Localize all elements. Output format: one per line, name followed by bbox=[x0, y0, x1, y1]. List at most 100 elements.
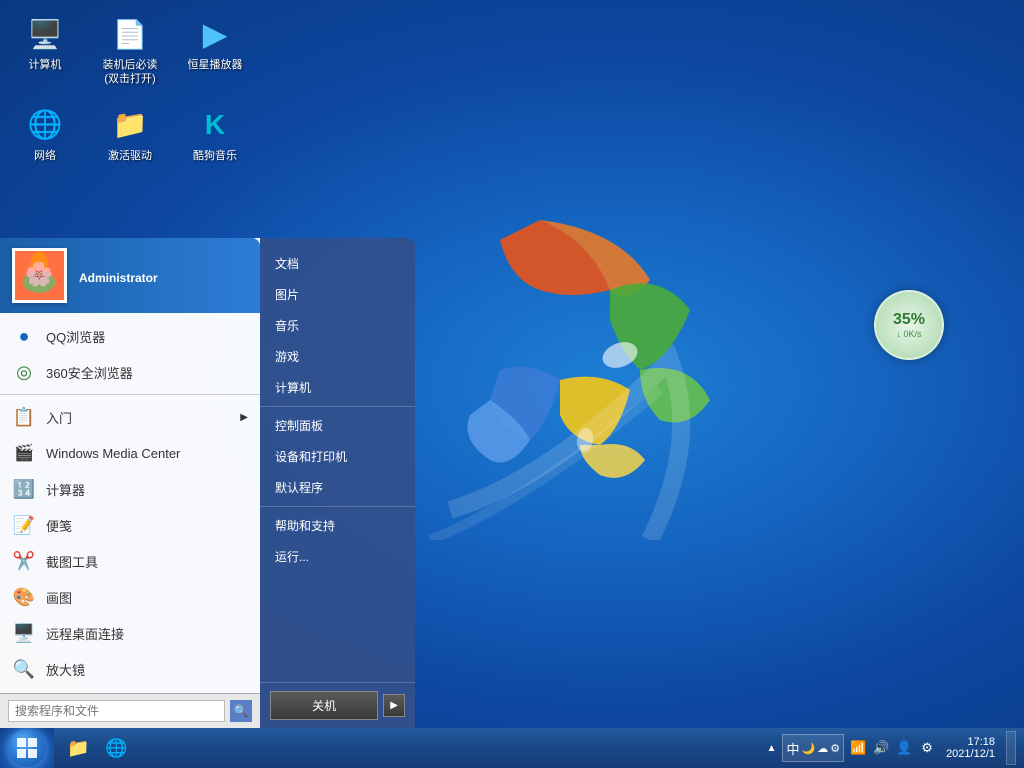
right-item-default-programs[interactable]: 默认程序 bbox=[260, 472, 415, 503]
magnifier-icon: 🔍 bbox=[12, 657, 36, 681]
speed-widget: 35% ↓ 0K/s bbox=[874, 290, 944, 360]
menu-item-sticky[interactable]: 📝 便笺 bbox=[0, 507, 260, 543]
qqmusic-icon: K bbox=[195, 105, 235, 145]
notification-arrow[interactable]: ▲ bbox=[765, 741, 779, 756]
menu-item-paint[interactable]: 🎨 画图 bbox=[0, 579, 260, 615]
start-menu-left-panel: 🌸 Administrator ● QQ浏览器 ◎ 360安全浏览器 📋 bbox=[0, 238, 260, 728]
qqmusic-label: 酷狗音乐 bbox=[193, 149, 237, 163]
computer-label: 计算机 bbox=[29, 58, 62, 72]
360-browser-label: 360安全浏览器 bbox=[46, 363, 133, 382]
taskbar-items: 📁 🌐 bbox=[54, 731, 757, 765]
right-item-control-panel[interactable]: 控制面板 bbox=[260, 410, 415, 441]
snipping-label: 截图工具 bbox=[46, 552, 98, 571]
desktop-icon-computer[interactable]: 🖥️ 计算机 bbox=[10, 10, 80, 91]
menu-item-qq-browser[interactable]: ● QQ浏览器 bbox=[0, 318, 260, 354]
right-item-devices[interactable]: 设备和打印机 bbox=[260, 441, 415, 472]
hengxing-icon: ▶ bbox=[195, 14, 235, 54]
tray-volume-icon[interactable]: 🔊 bbox=[871, 738, 891, 758]
right-divider-1 bbox=[260, 406, 415, 407]
taskbar: 📁 🌐 ▲ 中 🌙 ☁ ⚙ 📶 🔊 👤 ⚙ bbox=[0, 728, 1024, 768]
postinstall-icon: 📄 bbox=[110, 14, 150, 54]
speed-percent: 35% bbox=[893, 311, 925, 329]
system-tray: ▲ 中 🌙 ☁ ⚙ 📶 🔊 👤 ⚙ 17:18 2021/12/1 bbox=[757, 731, 1024, 765]
menu-item-360-browser[interactable]: ◎ 360安全浏览器 bbox=[0, 354, 260, 390]
getting-started-arrow: ▶ bbox=[240, 412, 248, 423]
username-display: Administrator bbox=[79, 271, 158, 285]
snipping-icon: ✂️ bbox=[12, 549, 36, 573]
svg-text:🌸: 🌸 bbox=[25, 261, 54, 288]
paint-icon: 🎨 bbox=[12, 585, 36, 609]
desktop-icon-postinstall[interactable]: 📄 装机后必读(双击打开) bbox=[95, 10, 165, 91]
right-item-help[interactable]: 帮助和支持 bbox=[260, 510, 415, 541]
ie-taskbar-icon: 🌐 bbox=[105, 738, 125, 758]
wmc-label: Windows Media Center bbox=[46, 446, 180, 461]
menu-items-list: ● QQ浏览器 ◎ 360安全浏览器 📋 入门 ▶ 🎬 Windows Medi… bbox=[0, 313, 260, 693]
games-label: 游戏 bbox=[275, 348, 299, 365]
qq-browser-icon: ● bbox=[12, 324, 36, 348]
postinstall-label: 装机后必读(双击打开) bbox=[99, 58, 161, 87]
network-icon: 🌐 bbox=[25, 105, 65, 145]
explorer-taskbar-icon: 📁 bbox=[67, 738, 87, 758]
search-input[interactable] bbox=[8, 700, 225, 722]
pictures-label: 图片 bbox=[275, 286, 299, 303]
default-programs-label: 默认程序 bbox=[275, 479, 323, 496]
calculator-icon: 🔢 bbox=[12, 477, 36, 501]
tray-settings-icon[interactable]: ⚙ bbox=[917, 738, 937, 758]
network-label: 网络 bbox=[34, 149, 56, 163]
show-desktop-button[interactable] bbox=[1006, 731, 1016, 765]
tray-icons: 📶 🔊 👤 ⚙ bbox=[848, 738, 937, 758]
taskbar-item-ie[interactable]: 🌐 bbox=[97, 731, 133, 765]
desktop-icon-hengxing[interactable]: ▶ 恒星播放器 bbox=[180, 10, 250, 91]
taskbar-item-explorer[interactable]: 📁 bbox=[59, 731, 95, 765]
menu-item-getting-started[interactable]: 📋 入门 ▶ bbox=[0, 399, 260, 435]
menu-item-magnifier[interactable]: 🔍 放大镜 bbox=[0, 651, 260, 687]
tray-network-icon[interactable]: 📶 bbox=[848, 738, 868, 758]
menu-item-calculator[interactable]: 🔢 计算器 bbox=[0, 471, 260, 507]
sticky-icon: 📝 bbox=[12, 513, 36, 537]
computer-r-label: 计算机 bbox=[275, 379, 311, 396]
remote-label: 远程桌面连接 bbox=[46, 624, 124, 643]
menu-search-bar: 🔍 bbox=[0, 693, 260, 728]
remote-icon: 🖥️ bbox=[12, 621, 36, 645]
user-avatar: 🌸 bbox=[12, 248, 67, 303]
wmc-icon: 🎬 bbox=[12, 441, 36, 465]
clock[interactable]: 17:18 2021/12/1 bbox=[941, 736, 1000, 760]
right-divider-2 bbox=[260, 506, 415, 507]
right-item-music[interactable]: 音乐 bbox=[260, 310, 415, 341]
right-item-run[interactable]: 运行... bbox=[260, 541, 415, 572]
menu-item-snipping[interactable]: ✂️ 截图工具 bbox=[0, 543, 260, 579]
start-menu-right-panel: 文档 图片 音乐 游戏 计算机 控制面板 设备和打印机 默认程序 bbox=[260, 238, 415, 728]
ime-settings-icon: ⚙ bbox=[830, 742, 840, 755]
activate-icon: 📁 bbox=[110, 105, 150, 145]
desktop-icons: 🖥️ 计算机 📄 装机后必读(双击打开) ▶ 恒星播放器 🌐 网络 📁 激活驱动 bbox=[10, 10, 250, 167]
desktop-icon-activate[interactable]: 📁 激活驱动 bbox=[95, 101, 165, 167]
tray-user-icon[interactable]: 👤 bbox=[894, 738, 914, 758]
right-item-documents[interactable]: 文档 bbox=[260, 248, 415, 279]
shutdown-button[interactable]: 关机 bbox=[270, 691, 378, 720]
menu-item-wmc[interactable]: 🎬 Windows Media Center bbox=[0, 435, 260, 471]
music-label: 音乐 bbox=[275, 317, 299, 334]
right-item-pictures[interactable]: 图片 bbox=[260, 279, 415, 310]
clock-time: 17:18 bbox=[967, 736, 995, 748]
help-label: 帮助和支持 bbox=[275, 517, 335, 534]
desktop: 🖥️ 计算机 📄 装机后必读(双击打开) ▶ 恒星播放器 🌐 网络 📁 激活驱动 bbox=[0, 0, 1024, 768]
shutdown-arrow-button[interactable]: ▶ bbox=[383, 694, 405, 717]
right-item-computer[interactable]: 计算机 bbox=[260, 372, 415, 403]
desktop-icon-network[interactable]: 🌐 网络 bbox=[10, 101, 80, 167]
control-panel-label: 控制面板 bbox=[275, 417, 323, 434]
menu-item-remote[interactable]: 🖥️ 远程桌面连接 bbox=[0, 615, 260, 651]
ime-indicator: 中 bbox=[786, 739, 799, 758]
ime-bar[interactable]: 中 🌙 ☁ ⚙ bbox=[782, 734, 844, 762]
start-button[interactable] bbox=[0, 728, 54, 768]
ime-cloud-icon: ☁ bbox=[817, 742, 828, 755]
devices-label: 设备和打印机 bbox=[275, 448, 347, 465]
calculator-label: 计算器 bbox=[46, 480, 85, 499]
magnifier-label: 放大镜 bbox=[46, 660, 85, 679]
paint-label: 画图 bbox=[46, 588, 72, 607]
start-orb bbox=[8, 729, 46, 767]
desktop-icon-qqmusic[interactable]: K 酷狗音乐 bbox=[180, 101, 250, 167]
menu-divider-1 bbox=[0, 394, 260, 395]
search-button[interactable]: 🔍 bbox=[230, 700, 252, 722]
right-item-games[interactable]: 游戏 bbox=[260, 341, 415, 372]
getting-started-label: 入门 bbox=[46, 408, 72, 427]
